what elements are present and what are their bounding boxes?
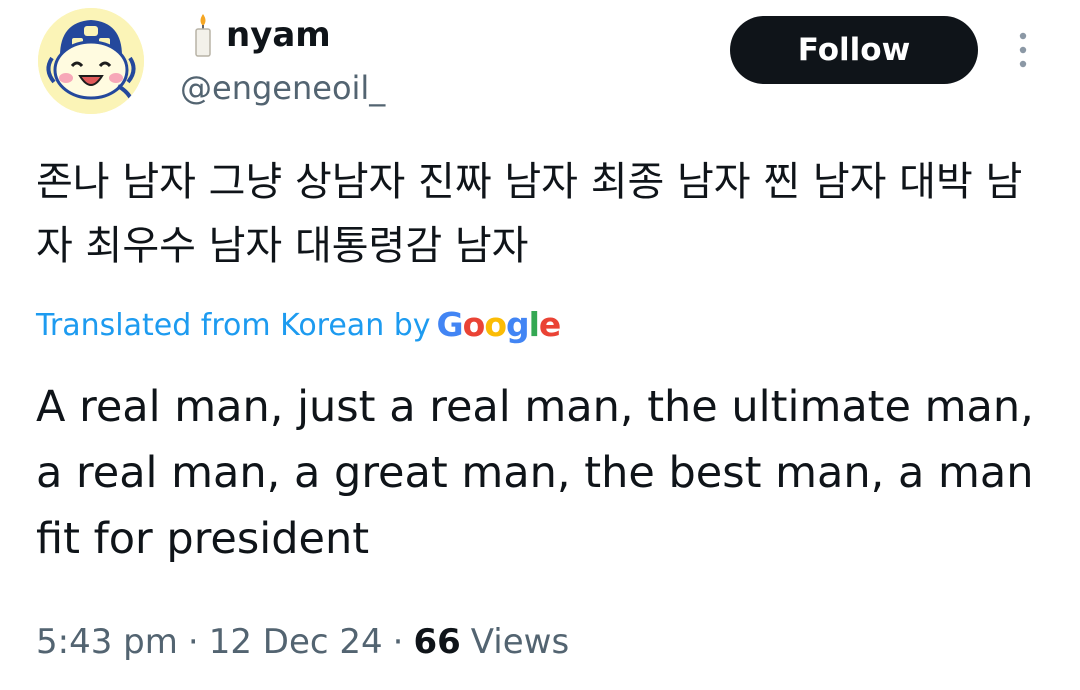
google-logo-letter: o xyxy=(484,305,507,344)
user-handle[interactable]: @engeneoil_ xyxy=(180,66,385,110)
user-name-row[interactable]: nyam xyxy=(190,12,331,58)
meta-separator: · xyxy=(187,622,199,662)
tamagotchi-avatar-icon xyxy=(38,8,144,114)
views-label: Views xyxy=(470,622,570,662)
translated-from-label[interactable]: Translated from Korean by xyxy=(36,308,431,343)
follow-button[interactable]: Follow xyxy=(730,16,978,84)
views-count[interactable]: 66 xyxy=(413,622,460,662)
tweet-date[interactable]: 12 Dec 24 xyxy=(209,622,383,662)
tweet-card: nyam @engeneoil_ Follow 존나 남자 그냥 상남자 진짜 … xyxy=(0,0,1080,690)
google-logo-letter: l xyxy=(528,305,540,344)
avatar[interactable] xyxy=(38,8,144,114)
translation-attribution[interactable]: Translated from Korean by Google xyxy=(36,300,562,350)
display-name[interactable]: nyam xyxy=(226,12,331,58)
meta-separator: · xyxy=(392,622,404,662)
more-vertical-icon[interactable] xyxy=(1010,30,1036,70)
google-logo-letter: o xyxy=(462,305,486,344)
google-logo-letter: e xyxy=(538,305,561,344)
google-logo: Google xyxy=(436,300,562,350)
tweet-time[interactable]: 5:43 pm xyxy=(36,622,178,662)
candle-icon xyxy=(195,14,211,57)
google-logo-letter: g xyxy=(505,305,530,344)
google-logo-letter: G xyxy=(436,305,464,344)
tweet-translated-text: A real man, just a real man, the ultimat… xyxy=(36,382,1034,564)
tweet-meta: 5:43 pm · 12 Dec 24 · 66 Views xyxy=(36,612,569,672)
tweet-original-text: 존나 남자 그냥 상남자 진짜 남자 최종 남자 찐 남자 대박 남자 최우수 … xyxy=(36,159,1023,269)
